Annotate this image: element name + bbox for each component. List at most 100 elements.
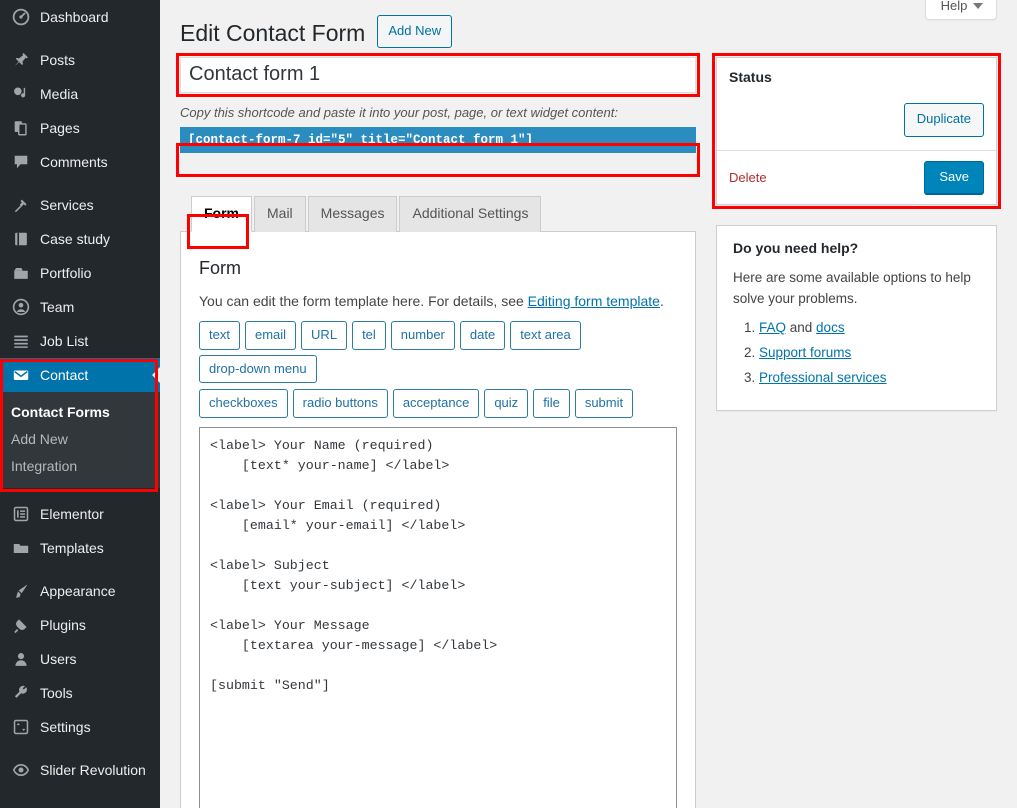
help-link[interactable]: Professional services	[759, 370, 887, 385]
menu-separator	[0, 744, 160, 753]
hammer-icon	[11, 195, 31, 215]
help-label: Help	[940, 0, 968, 13]
menu-separator	[0, 179, 160, 188]
sidebar-item-label: Contact	[40, 367, 89, 383]
editing-form-template-link[interactable]: Editing form template	[528, 293, 660, 309]
sidebar-item-label: Services	[40, 197, 94, 213]
admin-sidebar: Dashboard Posts Media Pages Comments Services…	[0, 0, 160, 808]
help-box-text: Here are some available options to help …	[733, 269, 971, 306]
sidebar-item-portfolio[interactable]: Portfolio	[0, 256, 160, 290]
sidebar-item-appearance[interactable]: Appearance	[0, 574, 160, 608]
elementor-icon	[11, 504, 31, 524]
sidebar-item-elementor[interactable]: Elementor	[0, 497, 160, 531]
tab-mail[interactable]: Mail	[254, 196, 306, 233]
submenu-item-add-new[interactable]: Add New	[0, 426, 160, 453]
eye-icon	[11, 760, 31, 780]
sidebar-item-tools[interactable]: Tools	[0, 676, 160, 710]
sidebar-item-label: Media	[40, 86, 79, 102]
sidebar-item-label: Pages	[40, 120, 80, 136]
sidebar-item-slider-revolution[interactable]: Slider Revolution	[0, 753, 160, 787]
wp-admin-screen: Dashboard Posts Media Pages Comments Services…	[0, 0, 1017, 808]
tag-button-number[interactable]: number	[390, 321, 455, 350]
tag-button-tel[interactable]: tel	[352, 321, 386, 350]
sidebar-item-posts[interactable]: Posts	[0, 43, 160, 77]
sidebar-item-team[interactable]: Team	[0, 290, 160, 324]
sidebar-item-users[interactable]: Users	[0, 642, 160, 676]
sidebar-item-label: Elementor	[40, 506, 104, 522]
duplicate-button[interactable]: Duplicate	[903, 103, 984, 137]
form-panel: Form You can edit the form template here…	[180, 231, 696, 808]
brush-icon	[11, 581, 31, 601]
sidebar-item-job-list[interactable]: Job List	[0, 324, 160, 358]
contact-submenu: Contact Forms Add New Integration	[0, 392, 160, 488]
help-box: Do you need help? Here are some availabl…	[716, 224, 997, 411]
sidebar-item-templates[interactable]: Templates	[0, 531, 160, 565]
sidebar-item-case-study[interactable]: Case study	[0, 222, 160, 256]
sidebar-item-contact[interactable]: Contact	[0, 358, 160, 392]
submenu-item-integration[interactable]: Integration	[0, 453, 160, 480]
submenu-arrow-icon	[152, 367, 160, 383]
help-dropdown-button[interactable]: Help	[925, 0, 997, 20]
sidebar-item-comments[interactable]: Comments	[0, 145, 160, 179]
submenu-item-contact-forms[interactable]: Contact Forms	[0, 399, 160, 426]
sidebar-item-label: Appearance	[40, 583, 116, 599]
dashboard-icon	[11, 7, 31, 27]
tag-button-url[interactable]: URL	[301, 321, 348, 350]
shortcode-input[interactable]	[180, 127, 696, 154]
user-icon	[11, 649, 31, 669]
help-box-title: Do you need help?	[733, 239, 859, 256]
tag-button-text[interactable]: text	[199, 321, 240, 350]
form-template-textarea[interactable]: <label> Your Name (required) [text* your…	[199, 427, 677, 808]
delete-link[interactable]: Delete	[729, 170, 767, 185]
sidebar-item-label: Team	[40, 299, 75, 315]
tag-button-email[interactable]: email	[244, 321, 297, 350]
page-header: Edit Contact Form Add New	[180, 10, 997, 53]
tag-button-file[interactable]: file	[533, 389, 570, 419]
tag-button-checkboxes[interactable]: checkboxes	[199, 389, 288, 419]
tab-form[interactable]: Form	[191, 196, 252, 233]
help-link[interactable]: docs	[816, 320, 845, 335]
tag-button-text-area[interactable]: text area	[510, 321, 581, 350]
help-link[interactable]: Support forums	[759, 345, 851, 360]
sidebar-item-dashboard[interactable]: Dashboard	[0, 0, 160, 34]
sliders-icon	[11, 717, 31, 737]
sidebar-item-settings[interactable]: Settings	[0, 710, 160, 744]
page-title: Edit Contact Form	[180, 20, 366, 46]
panel-desc-after: .	[659, 293, 664, 310]
chevron-down-icon	[973, 2, 984, 9]
sidebar-item-label: Posts	[40, 52, 76, 68]
help-link[interactable]: FAQ	[759, 320, 786, 335]
tag-row-1: text email URL tel number date text area drop-d…	[199, 321, 677, 384]
tab-additional-settings[interactable]: Additional Settings	[399, 196, 542, 233]
form-editor-column: Copy this shortcode and paste it into yo…	[176, 52, 700, 808]
add-new-button[interactable]: Add New	[377, 15, 453, 48]
tab-messages[interactable]: Messages	[307, 196, 398, 233]
status-box-footer: Delete Save	[717, 149, 996, 204]
user-circle-icon	[11, 297, 31, 317]
form-title-input[interactable]	[180, 56, 696, 93]
sidebar-item-plugins[interactable]: Plugins	[0, 608, 160, 642]
sidebar-item-pages[interactable]: Pages	[0, 111, 160, 145]
save-button[interactable]: Save	[924, 160, 984, 194]
sidebar-item-label: Slider Revolution	[40, 762, 146, 778]
tag-button-acceptance[interactable]: acceptance	[392, 389, 480, 419]
sidebar-item-label: Job List	[40, 333, 89, 349]
sidebar-item-label: Case study	[40, 231, 111, 247]
menu-separator	[0, 565, 160, 574]
tag-button-date[interactable]: date	[459, 321, 506, 350]
tag-button-drop-down-menu[interactable]: drop-down menu	[199, 354, 317, 384]
sidebar-item-label: Tools	[40, 685, 73, 701]
main-content: Help Edit Contact Form Add New Copy this…	[160, 0, 1017, 808]
help-list-item: Professional services	[759, 368, 980, 388]
tag-button-quiz[interactable]: quiz	[484, 389, 529, 419]
envelope-icon	[11, 365, 31, 385]
tag-button-radio-buttons[interactable]: radio buttons	[292, 389, 388, 419]
sidebar-item-media[interactable]: Media	[0, 77, 160, 111]
help-link-separator: and	[786, 319, 817, 335]
help-links-list: FAQ and docs Support forums Professional s…	[733, 318, 980, 389]
pages-icon	[11, 118, 31, 138]
panel-title: Form	[199, 258, 241, 279]
tag-button-submit[interactable]: submit	[574, 389, 634, 419]
editor-tabs: Form Mail Messages Additional Settings	[191, 195, 696, 233]
sidebar-item-services[interactable]: Services	[0, 188, 160, 222]
